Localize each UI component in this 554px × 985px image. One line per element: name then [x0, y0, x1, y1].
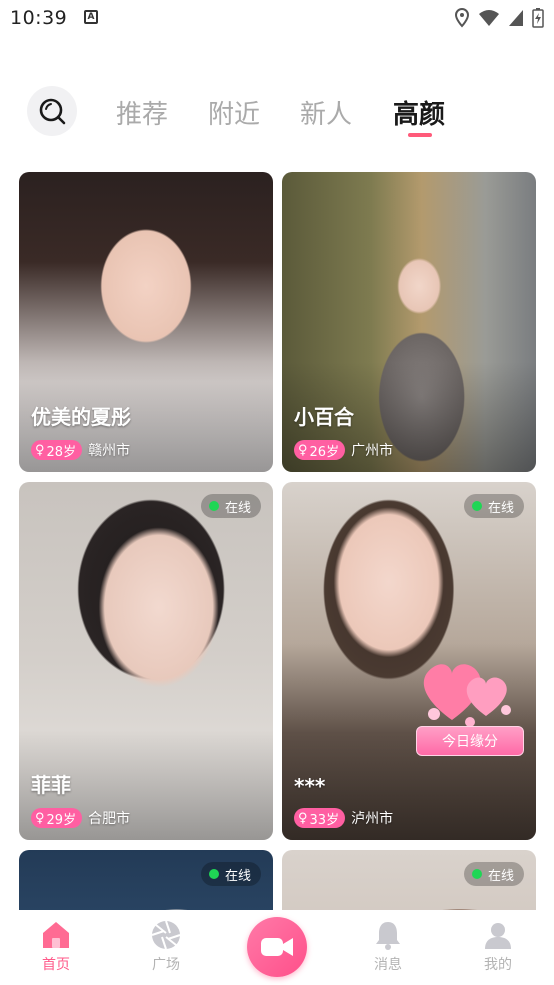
bell-icon [376, 922, 400, 950]
online-status: 在线 [463, 494, 524, 518]
online-dot-icon [208, 869, 219, 879]
online-dot-icon [208, 501, 219, 511]
status-icons [454, 8, 544, 28]
search-button[interactable] [27, 86, 77, 136]
nav-home[interactable]: 首页 [16, 918, 96, 974]
profile-name: 优美的夏彤 [31, 405, 131, 429]
nav-messages[interactable]: 消息 [348, 918, 428, 974]
search-icon [39, 98, 66, 125]
female-icon: ♀ [298, 810, 308, 826]
female-icon: ♀ [35, 810, 45, 826]
aperture-icon [151, 920, 181, 950]
location-icon [454, 8, 470, 28]
nav-profile[interactable]: 我的 [458, 918, 538, 974]
profile-city: 广州市 [351, 443, 394, 459]
profile-card[interactable]: 在线 菲菲 ♀ 29岁 合肥市 [19, 482, 273, 840]
tab-newcomer[interactable]: 新人 [300, 94, 352, 131]
active-tab-indicator [408, 133, 432, 137]
wifi-icon [479, 10, 499, 26]
profile-name: 菲菲 [31, 773, 71, 797]
nav-plaza[interactable]: 广场 [126, 918, 206, 974]
tab-recommend[interactable]: 推荐 [116, 94, 168, 131]
online-dot-icon [471, 501, 482, 511]
profile-name: *** [294, 774, 326, 798]
profile-name: 小百合 [294, 405, 354, 429]
age-badge: ♀ 29岁 [31, 808, 83, 828]
notification-a-icon: A [84, 10, 98, 24]
female-icon: ♀ [298, 442, 308, 458]
signal-icon [509, 10, 523, 26]
tab-nearby[interactable]: 附近 [208, 94, 260, 131]
video-call-button[interactable] [247, 917, 307, 977]
tab-high-looks[interactable]: 高颜 [393, 94, 445, 131]
top-tabs: 推荐 附近 新人 高颜 [0, 80, 554, 144]
profile-city: 泸州市 [351, 811, 394, 827]
profile-city: 赣州市 [88, 443, 131, 459]
status-time: 10:39 [10, 7, 68, 29]
age-badge: ♀ 33岁 [294, 808, 346, 828]
hearts-icon [423, 664, 511, 727]
video-camera-icon [261, 938, 293, 956]
age-badge: ♀ 28岁 [31, 440, 83, 460]
todays-fate-button[interactable]: 今日缘分 [416, 726, 524, 756]
profile-city: 合肥市 [88, 811, 131, 827]
online-status: 在线 [200, 494, 261, 518]
battery-icon [532, 8, 544, 28]
person-icon [485, 923, 511, 949]
profile-card[interactable]: 小百合 ♀ 26岁 广州市 [282, 172, 536, 472]
profile-card[interactable]: 优美的夏彤 ♀ 28岁 赣州市 [19, 172, 273, 472]
bottom-nav: 首页 广场 消息 我的 [0, 910, 554, 985]
female-icon: ♀ [35, 442, 45, 458]
profile-card[interactable]: 在线 今日缘分 *** ♀ 33岁 泸州市 [282, 482, 536, 840]
online-status: 在线 [463, 862, 524, 886]
online-status: 在线 [200, 862, 261, 886]
status-bar: 10:39 A [0, 0, 554, 38]
home-icon [43, 922, 69, 948]
age-badge: ♀ 26岁 [294, 440, 346, 460]
online-dot-icon [471, 869, 482, 879]
